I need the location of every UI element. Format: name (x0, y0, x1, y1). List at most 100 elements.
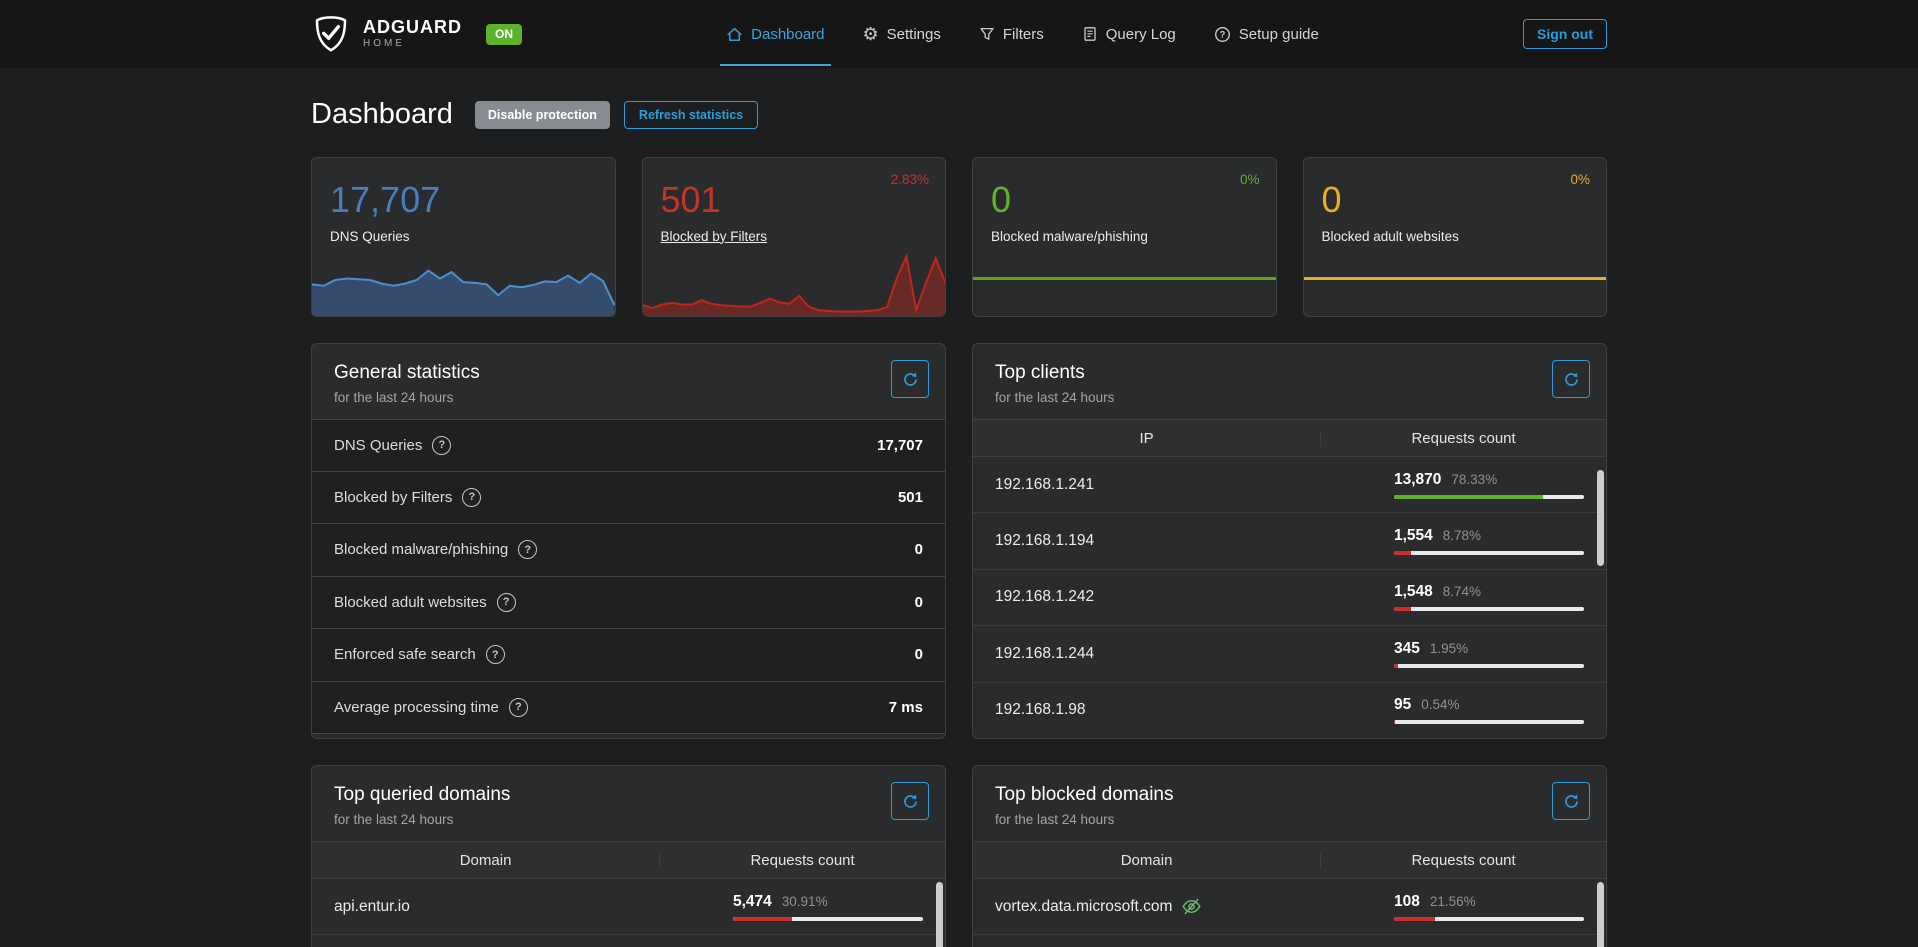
scrollbar-thumb[interactable] (1597, 882, 1604, 947)
eye-off-icon[interactable] (1181, 896, 1202, 917)
adguard-home-logo[interactable]: ADGUARD HOME ON (311, 14, 522, 54)
table-header: Domain Requests count (312, 841, 945, 879)
blocked-adult-label: Blocked adult websites (1322, 229, 1589, 244)
column-header-requests: Requests count (660, 852, 945, 869)
nav-item-settings[interactable]: ⚙ Settings (863, 0, 941, 68)
table-row: 192.168.1.2421,5488.74% (973, 570, 1606, 626)
blocked-filters-percent: 2.83% (891, 172, 929, 187)
blocked-filters-link[interactable]: Blocked by Filters (661, 229, 768, 244)
stats-row-value: 0 (915, 541, 923, 558)
progress-bar (1394, 495, 1584, 499)
gear-icon: ⚙ (863, 25, 879, 43)
panel-subtitle: for the last 24 hours (995, 390, 1584, 405)
table-header: Domain Requests count (973, 841, 1606, 879)
scrollbar-track (1597, 880, 1604, 947)
column-header-domain: Domain (973, 852, 1321, 869)
refresh-button[interactable] (1552, 360, 1590, 398)
client-ip[interactable]: 192.168.1.244 (973, 645, 1321, 663)
blocked-adult-value: 0 (1322, 180, 1589, 220)
stats-row: Blocked malware/phishing? 0 (312, 524, 945, 577)
client-ip[interactable]: 192.168.1.98 (973, 701, 1321, 719)
column-header-domain: Domain (312, 852, 660, 869)
refresh-statistics-button[interactable]: Refresh statistics (624, 101, 758, 129)
middle-panels-row: General statistics for the last 24 hours… (311, 343, 1607, 739)
filter-icon (979, 26, 995, 42)
page-header: Dashboard Disable protection Refresh sta… (311, 98, 1607, 131)
help-icon[interactable]: ? (432, 436, 451, 455)
stats-row-label: Blocked adult websites (334, 594, 487, 611)
request-count: 13,870 (1394, 471, 1441, 489)
stats-row: Average processing time? 7 ms (312, 682, 945, 735)
top-clients-header: Top clients for the last 24 hours (973, 344, 1606, 419)
table-row: 192.168.1.24113,87078.33% (973, 457, 1606, 513)
disable-protection-button[interactable]: Disable protection (475, 101, 610, 129)
client-ip[interactable]: 192.168.1.241 (973, 476, 1321, 494)
nav-item-label: Settings (887, 26, 941, 43)
stats-row-label: Average processing time (334, 699, 499, 716)
progress-bar (1394, 917, 1584, 921)
stats-row-value: 0 (915, 594, 923, 611)
blocked-filters-label: Blocked by Filters (661, 229, 928, 244)
stats-row: Blocked adult websites? 0 (312, 577, 945, 630)
table-row: 192.168.1.1941,5548.78% (973, 513, 1606, 569)
stats-row-label: Blocked malware/phishing (334, 541, 508, 558)
scrollbar-track (1597, 464, 1604, 734)
nav-item-label: Query Log (1106, 26, 1176, 43)
request-percent: 0.54% (1421, 697, 1459, 712)
document-icon (1082, 26, 1098, 42)
stat-cards-row: 17,707 DNS Queries 2.83% 501 Blocked by … (311, 157, 1607, 317)
blocked-filters-sparkline (643, 244, 946, 316)
table-header: IP Requests count (973, 419, 1606, 457)
top-blocked-table: vortex.data.microsoft.com 10821.56% (973, 879, 1606, 947)
scrollbar-track (936, 880, 943, 947)
help-icon[interactable]: ? (497, 593, 516, 612)
scrollbar-thumb[interactable] (1597, 470, 1604, 566)
brand-subtitle: HOME (363, 39, 462, 50)
scrollbar-thumb[interactable] (936, 882, 943, 947)
dns-queries-value: 17,707 (330, 180, 597, 220)
nav-item-setup-guide[interactable]: ? Setup guide (1214, 0, 1319, 68)
nav-item-dashboard[interactable]: Dashboard (726, 0, 824, 68)
help-icon[interactable]: ? (518, 540, 537, 559)
table-row: api.entur.io5,47430.91% (312, 879, 945, 935)
request-count: 1,548 (1394, 583, 1433, 601)
help-icon[interactable]: ? (486, 645, 505, 664)
stats-row-label: Enforced safe search (334, 646, 476, 663)
panel-title: General statistics (334, 362, 923, 384)
request-percent: 8.78% (1443, 528, 1481, 543)
help-icon[interactable]: ? (462, 488, 481, 507)
refresh-icon (902, 371, 919, 388)
panel-subtitle: for the last 24 hours (334, 390, 923, 405)
client-ip[interactable]: 192.168.1.194 (973, 532, 1321, 550)
stats-row-value: 7 ms (889, 699, 923, 716)
progress-bar (733, 917, 923, 921)
sign-out-button[interactable]: Sign out (1523, 19, 1607, 49)
refresh-icon (1563, 793, 1580, 810)
top-queried-table: api.entur.io5,47430.91% (312, 879, 945, 947)
refresh-button[interactable] (1552, 782, 1590, 820)
blocked-malware-label: Blocked malware/phishing (991, 229, 1258, 244)
refresh-button[interactable] (891, 360, 929, 398)
request-count: 5,474 (733, 893, 772, 911)
domain-name[interactable]: api.entur.io (312, 898, 660, 916)
blocked-filters-value: 501 (661, 180, 928, 220)
nav-item-filters[interactable]: Filters (979, 0, 1044, 68)
domain-name[interactable]: vortex.data.microsoft.com (995, 898, 1172, 916)
nav-item-query-log[interactable]: Query Log (1082, 0, 1176, 68)
protection-status-badge: ON (486, 24, 522, 45)
panel-title: Top queried domains (334, 784, 923, 806)
client-ip[interactable]: 192.168.1.242 (973, 588, 1321, 606)
brand-title: ADGUARD (363, 18, 462, 37)
bottom-panels-row: Top queried domains for the last 24 hour… (311, 765, 1607, 947)
stat-card-blocked-malware: 0% 0 Blocked malware/phishing (972, 157, 1277, 317)
stat-card-blocked-adult: 0% 0 Blocked adult websites (1303, 157, 1608, 317)
shield-check-icon (311, 14, 351, 54)
help-icon[interactable]: ? (509, 698, 528, 717)
column-header-requests: Requests count (1321, 852, 1606, 869)
top-navbar: ADGUARD HOME ON Dashboard ⚙ Settings Fil… (0, 0, 1918, 68)
column-header-ip: IP (973, 430, 1321, 447)
dns-queries-label: DNS Queries (330, 229, 597, 244)
column-header-requests: Requests count (1321, 430, 1606, 447)
request-count: 345 (1394, 640, 1420, 658)
refresh-button[interactable] (891, 782, 929, 820)
